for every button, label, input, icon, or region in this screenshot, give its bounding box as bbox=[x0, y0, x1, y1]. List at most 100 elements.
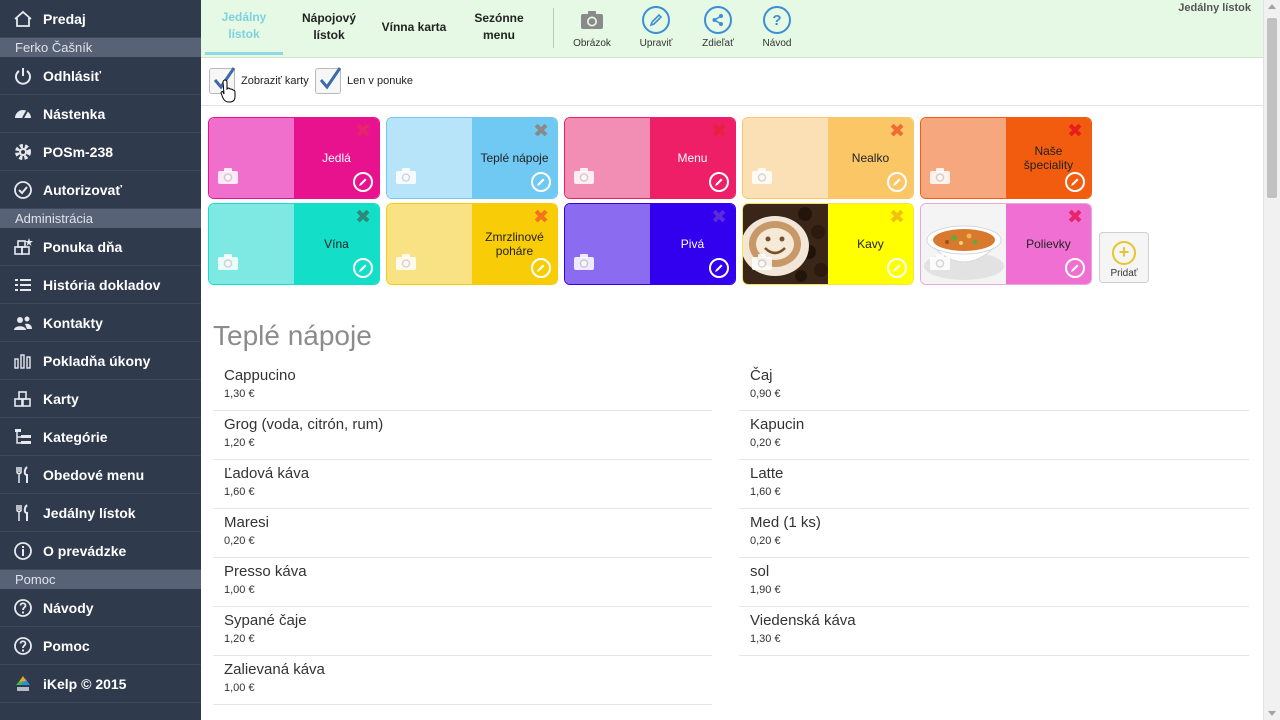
tab-napojovy-listok[interactable]: Nápojový lístok bbox=[291, 0, 367, 54]
delete-icon[interactable]: ✖ bbox=[711, 208, 727, 227]
tile-label: Nealko bbox=[851, 151, 890, 165]
tab-sezonne-menu[interactable]: Sezónne menu bbox=[465, 0, 533, 54]
sidebar-item-pokladna-ukony[interactable]: Pokladňa úkony bbox=[0, 342, 201, 380]
category-tile-nealko[interactable]: Nealko ✖ bbox=[742, 117, 914, 199]
sidebar-item-ponuka-dna[interactable]: Ponuka dňa bbox=[0, 228, 201, 266]
delete-icon[interactable]: ✖ bbox=[889, 208, 905, 227]
tree-icon bbox=[12, 426, 34, 448]
list-item[interactable]: Grog (voda, citrón, rum) 1,20 € bbox=[213, 411, 712, 460]
sidebar-item-predaj[interactable]: Predaj bbox=[0, 0, 201, 38]
category-tile-zmrzlinove-pohare[interactable]: Zmrzlinové poháre ✖ bbox=[386, 203, 558, 285]
guide-button[interactable]: ? Návod bbox=[747, 6, 807, 49]
share-button[interactable]: Zdieľať bbox=[688, 6, 748, 49]
category-tile-kavy[interactable]: Kavy ✖ bbox=[742, 203, 914, 285]
category-tile-teple-napoje[interactable]: Teplé nápoje ✖ bbox=[386, 117, 558, 199]
sidebar-item-karty[interactable]: Karty bbox=[0, 380, 201, 418]
category-tile-vina[interactable]: Vína ✖ bbox=[208, 203, 380, 285]
sidebar-item-kontakty[interactable]: Kontakty bbox=[0, 304, 201, 342]
sidebar-item-jedalny-listok[interactable]: Jedálny lístok bbox=[0, 494, 201, 532]
page-label: Jedálny lístok bbox=[1178, 2, 1251, 14]
camera-icon[interactable] bbox=[573, 167, 595, 190]
category-tile-jedla[interactable]: Jedlá ✖ bbox=[208, 117, 380, 199]
power-icon bbox=[12, 65, 34, 87]
item-name: Sypané čaje bbox=[224, 612, 307, 629]
sidebar-item-nastenka[interactable]: Nástenka bbox=[0, 95, 201, 133]
edit-pencil-icon[interactable] bbox=[1065, 258, 1085, 278]
add-category-button[interactable]: + Pridať bbox=[1099, 232, 1149, 283]
item-price: 0,90 € bbox=[750, 388, 781, 400]
list-item[interactable]: Ľadová káva 1,60 € bbox=[213, 460, 712, 509]
sidebar-item-ikelp-2015[interactable]: iKelp © 2015 bbox=[0, 665, 201, 703]
list-item[interactable]: Med (1 ks) 0,20 € bbox=[739, 509, 1249, 558]
camera-icon[interactable] bbox=[751, 253, 773, 276]
list-item[interactable]: Zalievaná káva 1,00 € bbox=[213, 656, 712, 705]
tab-vinna-karta[interactable]: Vínna karta bbox=[381, 0, 447, 54]
edit-pencil-icon[interactable] bbox=[531, 258, 551, 278]
camera-icon[interactable] bbox=[573, 253, 595, 276]
sidebar-item-o-prevadzke[interactable]: O prevádzke bbox=[0, 532, 201, 570]
edit-pencil-icon[interactable] bbox=[531, 172, 551, 192]
list-item[interactable]: Latte 1,60 € bbox=[739, 460, 1249, 509]
delete-icon[interactable]: ✖ bbox=[533, 208, 549, 227]
camera-icon[interactable] bbox=[929, 167, 951, 190]
list-item[interactable]: Maresi 0,20 € bbox=[213, 509, 712, 558]
sidebar-item-navody[interactable]: Návody bbox=[0, 589, 201, 627]
sidebar-item-posm-238[interactable]: POSm-238 bbox=[0, 133, 201, 171]
list-item[interactable]: sol 1,90 € bbox=[739, 558, 1249, 607]
camera-icon[interactable] bbox=[929, 253, 951, 276]
scrollbar[interactable] bbox=[1263, 0, 1280, 720]
camera-icon[interactable] bbox=[395, 167, 417, 190]
edit-pencil-icon[interactable] bbox=[353, 172, 373, 192]
delete-icon[interactable]: ✖ bbox=[711, 122, 727, 141]
delete-icon[interactable]: ✖ bbox=[1067, 208, 1083, 227]
sidebar: Predaj Ferko Čašník Odhlásiť Nástenka POSm-2… bbox=[0, 0, 201, 720]
delete-icon[interactable]: ✖ bbox=[889, 122, 905, 141]
edit-pencil-icon[interactable] bbox=[709, 172, 729, 192]
sidebar-item-historia-dokladov[interactable]: História dokladov bbox=[0, 266, 201, 304]
camera-icon[interactable] bbox=[395, 253, 417, 276]
image-button[interactable]: Obrázok bbox=[562, 6, 622, 49]
sidebar-item-obedove-menu[interactable]: Obedové menu bbox=[0, 456, 201, 494]
camera-icon[interactable] bbox=[751, 167, 773, 190]
tile-label: Zmrzlinové poháre bbox=[485, 230, 544, 258]
camera-icon[interactable] bbox=[217, 167, 239, 190]
sidebar-item-pomoc[interactable]: Pomoc bbox=[0, 627, 201, 665]
scroll-up-arrow-icon[interactable] bbox=[1268, 4, 1276, 9]
list-item[interactable]: Čaj 0,90 € bbox=[739, 362, 1249, 411]
show-cards-label: Zobraziť karty bbox=[241, 75, 309, 87]
category-tile-polievky[interactable]: Polievky ✖ bbox=[920, 203, 1092, 285]
delete-icon[interactable]: ✖ bbox=[355, 208, 371, 227]
item-name: Latte bbox=[750, 465, 784, 482]
delete-icon[interactable]: ✖ bbox=[1067, 122, 1083, 141]
tile-label-area: Zmrzlinové poháre ✖ bbox=[471, 204, 557, 284]
edit-button[interactable]: Upraviť bbox=[626, 6, 686, 49]
users-icon bbox=[12, 312, 34, 334]
edit-pencil-icon[interactable] bbox=[887, 258, 907, 278]
camera-icon[interactable] bbox=[217, 253, 239, 276]
list-item[interactable]: Presso káva 1,00 € bbox=[213, 558, 712, 607]
category-tile-menu[interactable]: Menu ✖ bbox=[564, 117, 736, 199]
category-tile-piva[interactable]: Pivá ✖ bbox=[564, 203, 736, 285]
sidebar-item-kategorie[interactable]: Kategórie bbox=[0, 418, 201, 456]
list-item[interactable]: Cappucino 1,30 € bbox=[213, 362, 712, 411]
delete-icon[interactable]: ✖ bbox=[355, 122, 371, 141]
only-in-menu-checkbox[interactable] bbox=[315, 67, 342, 94]
edit-pencil-icon[interactable] bbox=[353, 258, 373, 278]
sidebar-item-odhlasit[interactable]: Odhlásiť bbox=[0, 57, 201, 95]
edit-pencil-icon[interactable] bbox=[709, 258, 729, 278]
image-button-label: Obrázok bbox=[573, 38, 611, 49]
list-item[interactable]: Sypané čaje 1,20 € bbox=[213, 607, 712, 656]
category-tile-nase-speciality[interactable]: Naše špeciality ✖ bbox=[920, 117, 1092, 199]
list-item[interactable]: Kapucin 0,20 € bbox=[739, 411, 1249, 460]
edit-pencil-icon[interactable] bbox=[1065, 172, 1085, 192]
edit-pencil-icon[interactable] bbox=[887, 172, 907, 192]
only-in-menu-option[interactable]: Len v ponuke bbox=[315, 67, 413, 94]
delete-icon[interactable]: ✖ bbox=[533, 122, 549, 141]
scroll-down-arrow-icon[interactable] bbox=[1268, 711, 1276, 716]
tab-jedalny-listok[interactable]: Jedálny lístok bbox=[205, 0, 283, 55]
list-item[interactable]: Viedenská káva 1,30 € bbox=[739, 607, 1249, 656]
sidebar-item-autorizovat[interactable]: Autorizovať bbox=[0, 171, 201, 209]
item-name: Viedenská káva bbox=[750, 612, 856, 629]
item-price: 0,20 € bbox=[224, 535, 255, 547]
scrollbar-thumb[interactable] bbox=[1267, 18, 1277, 198]
